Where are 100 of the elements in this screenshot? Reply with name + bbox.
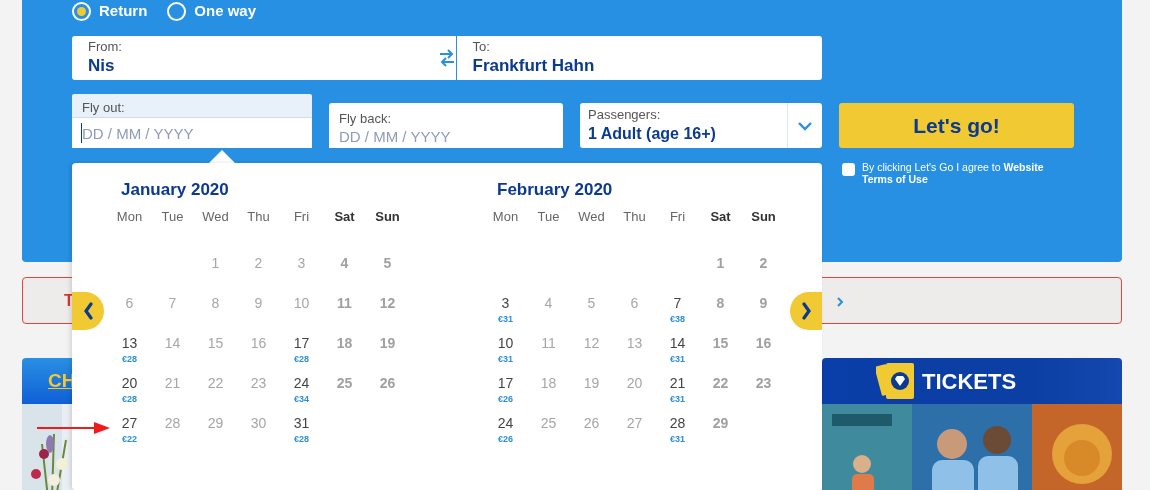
field-value: Frankfurt Hahn <box>472 55 596 77</box>
calendar-day: 4 <box>340 254 349 272</box>
calendar-day[interactable]: 24 <box>293 374 310 392</box>
dropdown-button[interactable] <box>787 103 822 148</box>
field-value: Nis <box>88 55 116 77</box>
calendar-day[interactable]: 21 <box>669 374 686 392</box>
calendar-day: 8 <box>716 294 725 312</box>
calendar-day[interactable]: 17 <box>293 334 310 352</box>
calendar-day: 16 <box>755 334 772 352</box>
calendar-day: 5 <box>383 254 392 272</box>
weekday-label: Tue <box>536 208 561 226</box>
calendar-day: 26 <box>379 374 396 392</box>
radio-button[interactable] <box>72 1 91 21</box>
calendar-day: 2 <box>254 254 263 272</box>
calendar-day: 18 <box>540 374 557 392</box>
month-title: January 2020 <box>120 179 230 201</box>
day-price: €31 <box>498 313 513 325</box>
calendar-day: 12 <box>379 294 396 312</box>
weekday-label: Thu <box>622 208 647 226</box>
calendar-day: 8 <box>211 294 220 312</box>
month-title: February 2020 <box>496 179 614 201</box>
calendar-day: 23 <box>755 374 772 392</box>
calendar-day: 21 <box>164 374 181 392</box>
day-price: €28 <box>294 353 309 365</box>
calendar-day[interactable]: 3 <box>501 294 510 312</box>
date-input[interactable]: DD / MM / YYYY <box>329 127 563 148</box>
radio-label: Return <box>99 0 148 21</box>
location-field[interactable]: To: Frankfurt Hahn <box>455 36 822 80</box>
weekday-label: Sat <box>709 208 732 226</box>
calendar-day: 4 <box>544 294 553 312</box>
previous-button[interactable] <box>72 292 104 330</box>
weekday-label: Sun <box>374 208 401 226</box>
calendar-day: 22 <box>712 374 729 392</box>
calendar-day: 5 <box>587 294 596 312</box>
chevron-right-icon[interactable] <box>836 296 844 308</box>
calendar-day[interactable]: 28 <box>669 414 686 432</box>
calendar-day[interactable]: 7 <box>673 294 682 312</box>
chevron-down-icon <box>797 120 813 131</box>
day-price: €38 <box>670 313 685 325</box>
calendar-day: 11 <box>337 294 352 312</box>
calendar-day: 7 <box>168 294 177 312</box>
day-price: €26 <box>498 433 513 445</box>
weekday-label: Thu <box>246 208 271 226</box>
weekday-label: Sun <box>750 208 777 226</box>
day-price: €28 <box>122 353 137 365</box>
calendar-day: 15 <box>712 334 729 352</box>
calendar-day: 2 <box>759 254 768 272</box>
calendar-day: 1 <box>716 254 725 272</box>
calendar-day: 1 <box>211 254 220 272</box>
calendar-day[interactable]: 17 <box>497 374 514 392</box>
card-title: TICKETS <box>922 367 1017 396</box>
calendar-day: 10 <box>293 294 310 312</box>
day-price: €26 <box>498 393 513 405</box>
radio-label: One way <box>194 0 257 21</box>
checkbox[interactable] <box>842 163 855 176</box>
weekday-label: Fri <box>292 208 311 226</box>
calendar-day: 18 <box>336 334 353 352</box>
day-price: €31 <box>670 433 685 445</box>
weekday-label: Tue <box>160 208 185 226</box>
calendar-day: 11 <box>541 334 556 352</box>
calendar-day[interactable]: 24 <box>497 414 514 432</box>
day-price: €34 <box>294 393 309 405</box>
calendar-day: 19 <box>379 334 396 352</box>
calendar-day: 13 <box>626 334 643 352</box>
calendar-day[interactable]: 13 <box>121 334 138 352</box>
location-field[interactable]: From: Nis <box>72 36 438 80</box>
calendar-day: 14 <box>164 334 181 352</box>
day-price: €28 <box>122 393 137 405</box>
calendar-day[interactable]: 31 <box>293 414 310 432</box>
calendar-day: 15 <box>207 334 224 352</box>
calendar-day: 27 <box>626 414 643 432</box>
calendar-day: 20 <box>626 374 643 392</box>
date-input[interactable]: DD / MM / YYYY <box>72 118 312 148</box>
calendar-day[interactable]: 27 <box>121 414 138 432</box>
field-label: Fly out: <box>72 94 312 118</box>
calendar-day: 22 <box>207 374 224 392</box>
calendar-day: 6 <box>125 294 134 312</box>
weekday-label: Mon <box>115 208 144 226</box>
swap-icon[interactable] <box>437 49 456 67</box>
calendar-day[interactable]: 14 <box>669 334 686 352</box>
field-label: From: <box>88 39 123 55</box>
calendar-day: 23 <box>250 374 267 392</box>
radio-button[interactable] <box>167 1 187 21</box>
calendar-day: 29 <box>207 414 224 432</box>
field-value: 1 Adult (age 16+) <box>588 124 717 144</box>
chevron-right-icon <box>800 302 812 320</box>
day-price: €31 <box>670 393 685 405</box>
day-price: €31 <box>498 353 513 365</box>
calendar-day: 25 <box>540 414 557 432</box>
field-label: Fly back: <box>329 103 563 127</box>
weekday-label: Wed <box>577 208 606 226</box>
calendar-day[interactable]: 20 <box>121 374 138 392</box>
calendar-day[interactable]: 10 <box>497 334 514 352</box>
weekday-label: Wed <box>201 208 230 226</box>
calendar-day: 6 <box>630 294 639 312</box>
field-label: Passengers: <box>588 107 662 123</box>
calendar-day: 28 <box>164 414 181 432</box>
weekday-label: Sat <box>333 208 356 226</box>
submit-button[interactable]: Let's go! <box>839 103 1074 148</box>
calendar-day: 3 <box>297 254 306 272</box>
